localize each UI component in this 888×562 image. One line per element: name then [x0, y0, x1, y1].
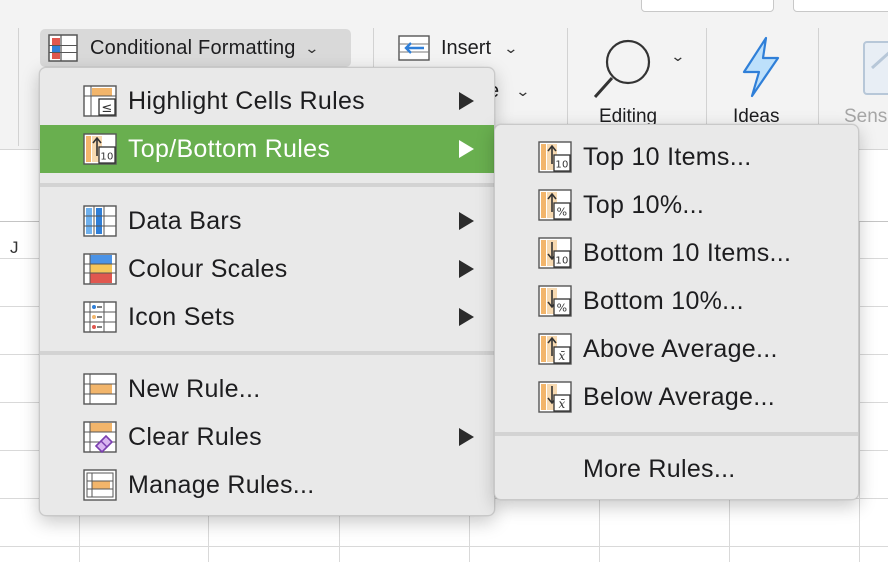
sensitivity-icon	[863, 41, 888, 95]
svg-text:10: 10	[100, 152, 113, 163]
submenu-arrow-icon	[459, 308, 474, 326]
new-rule-icon	[83, 373, 117, 405]
ideas-button[interactable]: Ideas	[728, 30, 798, 130]
submenu-arrow-icon	[459, 260, 474, 278]
menu-item-label: Highlight Cells Rules	[128, 86, 365, 115]
svg-text:x̄: x̄	[558, 397, 565, 411]
menu-divider	[495, 432, 858, 436]
menu-item-more-rules[interactable]: More Rules...	[495, 445, 858, 493]
above-average-icon: x̄	[538, 333, 572, 365]
menu-item-colour-scales[interactable]: Colour Scales	[40, 245, 494, 293]
conditional-formatting-menu: ≤ Highlight Cells Rules 10 Top/Bottom Ru…	[39, 67, 495, 516]
insert-button[interactable]: Insert ⌄	[398, 32, 519, 64]
sensitivity-button[interactable]: Sens	[840, 30, 888, 130]
below-average-icon: x̄	[538, 381, 572, 413]
top-bottom-icon: 10	[83, 133, 117, 165]
colour-scales-icon	[83, 253, 117, 285]
menu-item-label: Clear Rules	[128, 422, 262, 451]
chevron-down-icon: ⌄	[670, 48, 686, 64]
menu-divider	[40, 351, 494, 355]
menu-item-clear-rules[interactable]: Clear Rules	[40, 413, 494, 461]
bottom-10-percent-icon: %	[538, 285, 572, 317]
submenu-arrow-icon	[459, 212, 474, 230]
chevron-down-icon: ⌄	[303, 39, 320, 56]
menu-item-above-average[interactable]: x̄ Above Average...	[495, 325, 858, 373]
magnifier-icon	[593, 39, 651, 99]
menu-item-label: Data Bars	[128, 206, 242, 235]
submenu-arrow-icon	[459, 428, 474, 446]
data-bars-icon	[83, 205, 117, 237]
menu-item-top-bottom-rules[interactable]: 10 Top/Bottom Rules	[40, 125, 494, 173]
svg-text:%: %	[557, 206, 568, 219]
menu-item-icon-sets[interactable]: Icon Sets	[40, 293, 494, 341]
menu-item-below-average[interactable]: x̄ Below Average...	[495, 373, 858, 421]
menu-item-label: Below Average...	[583, 382, 775, 411]
menu-item-label: Above Average...	[583, 334, 778, 363]
conditional-formatting-label: Conditional Formatting	[90, 36, 296, 59]
menu-item-top-10-items[interactable]: 10 Top 10 Items...	[495, 133, 858, 181]
menu-item-label: Bottom 10 Items...	[583, 238, 792, 267]
chevron-down-icon: ⌄	[503, 39, 519, 56]
bottom-10-items-icon: 10	[538, 237, 572, 269]
top-bottom-rules-submenu: 10 Top 10 Items... % Top 10%... 10 Botto…	[494, 124, 859, 500]
menu-item-top-10-percent[interactable]: % Top 10%...	[495, 181, 858, 229]
menu-item-label: Colour Scales	[128, 254, 288, 283]
icon-sets-icon	[83, 301, 117, 333]
menu-item-bottom-10-percent[interactable]: % Bottom 10%...	[495, 277, 858, 325]
ribbon-top-control-2[interactable]	[793, 0, 888, 12]
highlight-cells-icon: ≤	[83, 85, 117, 117]
menu-item-highlight-cells-rules[interactable]: ≤ Highlight Cells Rules	[40, 77, 494, 125]
insert-cells-icon	[398, 35, 430, 61]
ribbon-separator	[18, 28, 19, 146]
menu-item-label: Manage Rules...	[128, 470, 315, 499]
lightning-bolt-icon	[742, 36, 780, 98]
menu-item-data-bars[interactable]: Data Bars	[40, 197, 494, 245]
menu-item-new-rule[interactable]: New Rule...	[40, 365, 494, 413]
menu-item-label: Bottom 10%...	[583, 286, 744, 315]
submenu-arrow-icon	[459, 92, 474, 110]
menu-divider	[40, 183, 494, 187]
menu-item-bottom-10-items[interactable]: 10 Bottom 10 Items...	[495, 229, 858, 277]
menu-item-label: Top 10 Items...	[583, 142, 752, 171]
submenu-arrow-icon	[459, 140, 474, 158]
ribbon-top-control[interactable]	[641, 0, 774, 12]
conditional-formatting-button[interactable]: Conditional Formatting ⌄	[40, 29, 351, 67]
conditional-formatting-icon	[48, 34, 78, 62]
clear-rules-icon	[83, 421, 117, 454]
chevron-down-icon: ⌄	[515, 83, 531, 99]
svg-text:10: 10	[555, 160, 568, 171]
insert-label: Insert	[441, 36, 492, 59]
editing-button[interactable]: ⌄ Editing	[590, 30, 690, 130]
top-10-percent-icon: %	[538, 189, 572, 221]
menu-item-label: Top 10%...	[583, 190, 705, 219]
manage-rules-icon	[83, 469, 117, 501]
svg-text:≤: ≤	[101, 101, 112, 116]
top-10-items-icon: 10	[538, 141, 572, 173]
svg-text:x̄: x̄	[558, 349, 565, 363]
menu-item-manage-rules[interactable]: Manage Rules...	[40, 461, 494, 509]
menu-item-label: More Rules...	[583, 454, 736, 483]
menu-item-label: Icon Sets	[128, 302, 235, 331]
menu-item-label: Top/Bottom Rules	[128, 134, 331, 163]
svg-text:10: 10	[555, 256, 568, 267]
svg-text:%: %	[557, 302, 568, 315]
menu-item-label: New Rule...	[128, 374, 261, 403]
